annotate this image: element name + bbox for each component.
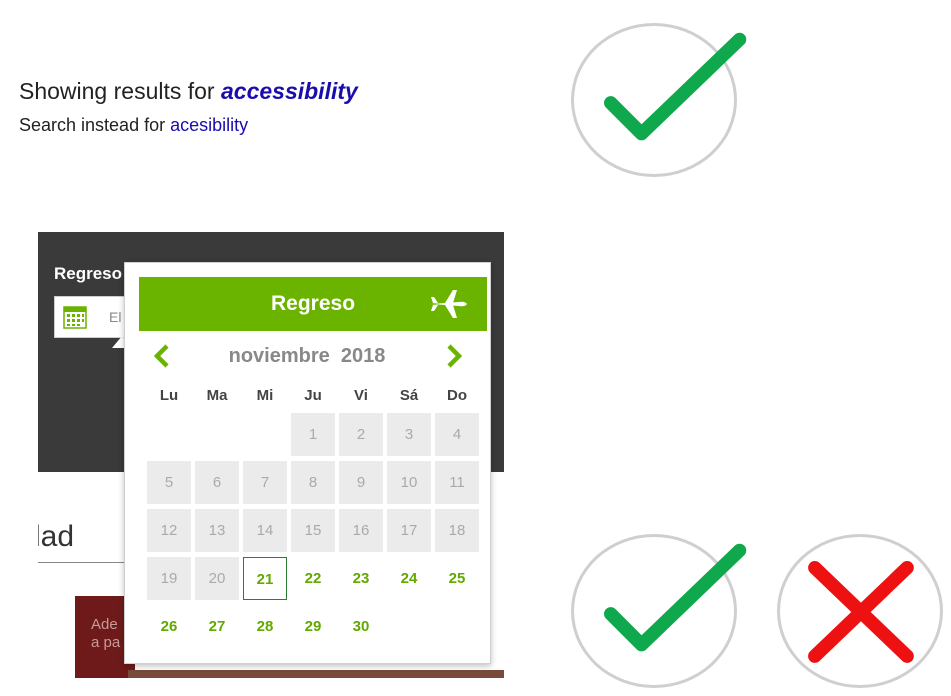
day-cell-disabled: 5 xyxy=(147,461,191,504)
year-number: 2018 xyxy=(340,345,386,367)
weekday-header: Do xyxy=(447,387,467,404)
original-search-link[interactable]: acesibility xyxy=(170,115,248,135)
day-cell-disabled: 19 xyxy=(147,557,191,600)
day-cell-disabled: 8 xyxy=(291,461,335,504)
chevron-right-icon[interactable] xyxy=(443,343,465,369)
datepicker-header: Regreso xyxy=(139,277,487,331)
day-cell-available[interactable]: 27 xyxy=(195,605,239,648)
datepicker-popup: Regreso noviembre 2018 Lu Ma Mi Ju Vi Sá Do 1 2 3… xyxy=(124,262,491,664)
day-cell-available[interactable]: 23 xyxy=(339,557,383,600)
datepicker-screenshot: Regreso El lad Ade a pa Regreso noviembr… xyxy=(38,232,504,678)
day-cell-disabled: 2 xyxy=(339,413,383,456)
weekday-header: Sá xyxy=(399,387,419,404)
day-cell-available[interactable]: 22 xyxy=(291,557,335,600)
day-cell-disabled: 12 xyxy=(147,509,191,552)
day-cell-disabled: 11 xyxy=(435,461,479,504)
day-cell-disabled: 17 xyxy=(387,509,431,552)
day-cell-disabled: 14 xyxy=(243,509,287,552)
day-cell-available[interactable]: 26 xyxy=(147,605,191,648)
rejected-badge xyxy=(777,534,943,688)
day-cell-disabled: 3 xyxy=(387,413,431,456)
approved-badge-top xyxy=(571,23,747,177)
heading-underline xyxy=(38,562,128,563)
day-cell-disabled: 10 xyxy=(387,461,431,504)
day-cell-available[interactable]: 24 xyxy=(387,557,431,600)
day-cell-available[interactable]: 30 xyxy=(339,605,383,648)
promo-text-1: Ade xyxy=(91,616,118,633)
search-instead-line: Search instead for acesibility xyxy=(19,115,248,136)
weekday-header: Vi xyxy=(354,387,368,404)
month-year-label: noviembre 2018 xyxy=(207,345,407,368)
page-heading-fragment: lad xyxy=(38,520,75,553)
day-cell-disabled: 9 xyxy=(339,461,383,504)
day-cell-available[interactable]: 21 xyxy=(243,557,287,600)
day-cell-disabled: 20 xyxy=(195,557,239,600)
showing-results-line: Showing results for accessibility xyxy=(19,78,358,105)
day-cell-disabled: 1 xyxy=(291,413,335,456)
day-cell-disabled: 13 xyxy=(195,509,239,552)
check-icon xyxy=(604,32,747,141)
day-cell-available[interactable]: 28 xyxy=(243,605,287,648)
day-cell-disabled: 16 xyxy=(339,509,383,552)
return-field-label: Regreso xyxy=(54,264,123,283)
calendar-icon xyxy=(63,306,87,329)
weekday-header: Ma xyxy=(206,387,228,404)
approved-badge-bottom xyxy=(571,534,747,688)
cross-icon xyxy=(808,561,914,663)
weekday-header: Mi xyxy=(256,387,274,404)
day-cell-available[interactable]: 29 xyxy=(291,605,335,648)
weekday-header: Lu xyxy=(159,387,179,404)
day-cell-disabled: 15 xyxy=(291,509,335,552)
day-cell-disabled: 4 xyxy=(435,413,479,456)
day-cell-available[interactable]: 25 xyxy=(435,557,479,600)
calendar-grid: Lu Ma Mi Ju Vi Sá Do 1 2 3 4 5 6 7 8 9 10 11 12 13 14 15 16 17 1… xyxy=(147,383,483,661)
bottom-image-strip xyxy=(128,670,504,678)
instead-prefix: Search instead for xyxy=(19,115,171,135)
weekday-header: Ju xyxy=(304,387,322,404)
promo-text-2: a pa xyxy=(91,634,121,651)
day-cell-disabled: 18 xyxy=(435,509,479,552)
day-cell-disabled: 6 xyxy=(195,461,239,504)
showing-prefix: Showing results for xyxy=(19,78,221,104)
chevron-left-icon[interactable] xyxy=(151,343,173,369)
corrected-search-term[interactable]: accessibility xyxy=(221,78,358,104)
airplane-icon xyxy=(431,290,467,318)
check-icon xyxy=(604,543,747,652)
return-date-value: El xyxy=(109,309,122,325)
day-cell-disabled: 7 xyxy=(243,461,287,504)
month-name: noviembre xyxy=(228,345,330,367)
